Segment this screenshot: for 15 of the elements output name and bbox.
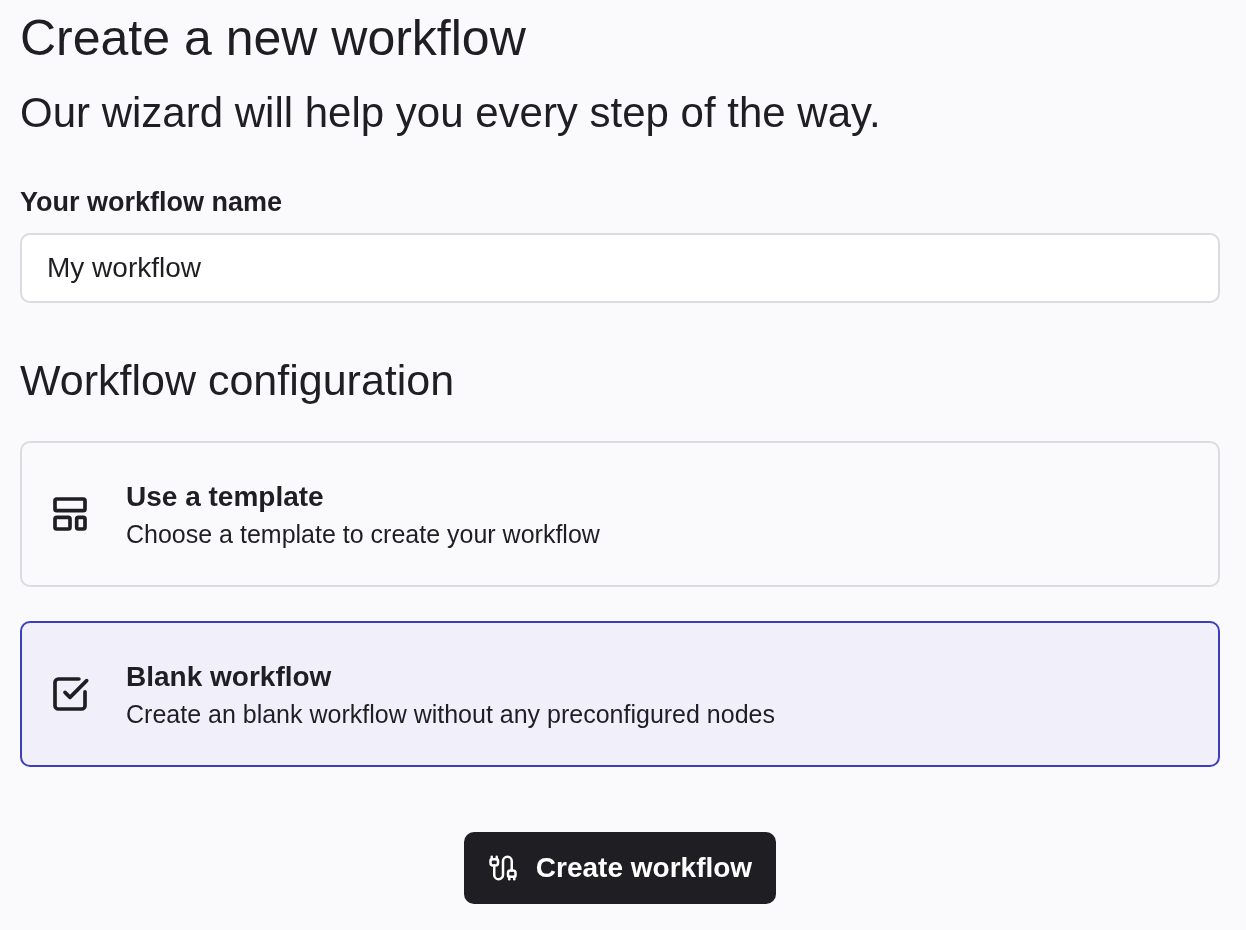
page-title: Create a new workflow — [20, 10, 526, 66]
field-label: Your workflow name — [20, 186, 283, 219]
workflow-name-input[interactable]: My workflow — [20, 233, 1220, 303]
layout-template-icon — [50, 494, 90, 534]
option-description: Create an blank workflow without any preconfigured nodes — [126, 698, 775, 729]
page-subtitle: Our wizard will help you every step of the way. — [20, 89, 881, 137]
option-card[interactable]: Blank workflow Create an blank workflow without any preconfigured nodes — [20, 621, 1220, 767]
create-workflow-button[interactable]: Create workflow — [463, 832, 777, 904]
option-title: Use a template — [126, 479, 324, 514]
section-heading: Workflow configuration — [20, 355, 455, 405]
checked-square-icon — [50, 674, 90, 714]
option-description: Choose a template to create your workflow — [126, 518, 600, 549]
option-title: Blank workflow — [126, 659, 332, 694]
option-card[interactable]: Use a template Choose a template to create your workflow — [20, 441, 1220, 587]
cable-icon — [487, 853, 518, 883]
